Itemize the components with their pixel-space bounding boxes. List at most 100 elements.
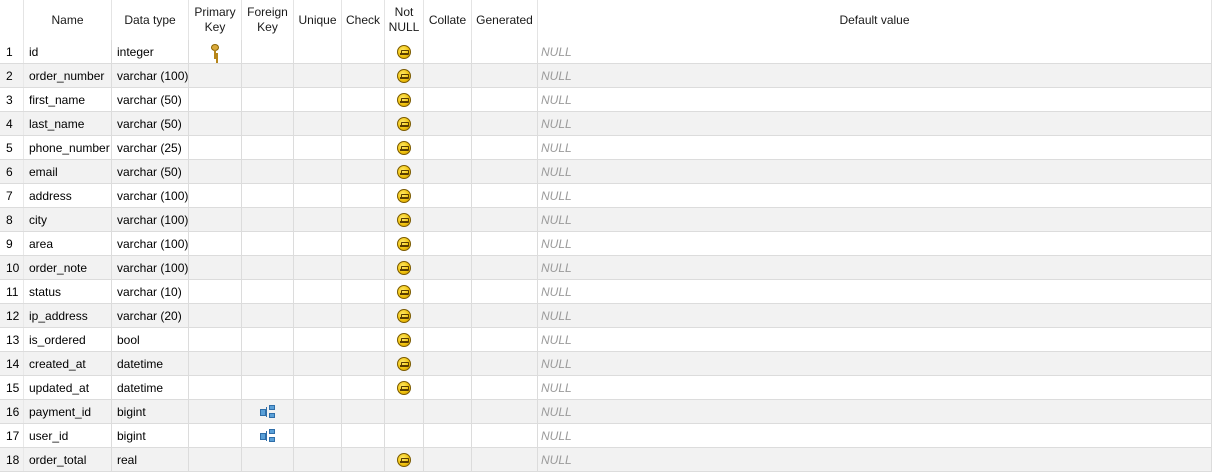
table-row[interactable]: 3 first_name varchar (50) NULL bbox=[0, 88, 1212, 112]
data-type-cell[interactable]: varchar (100) bbox=[112, 232, 189, 255]
check-cell[interactable] bbox=[342, 304, 385, 327]
generated-cell[interactable] bbox=[472, 184, 538, 207]
check-cell[interactable] bbox=[342, 208, 385, 231]
not-null-cell[interactable] bbox=[385, 88, 424, 111]
unique-cell[interactable] bbox=[294, 184, 342, 207]
generated-cell[interactable] bbox=[472, 304, 538, 327]
foreign-key-cell[interactable] bbox=[242, 232, 294, 255]
foreign-key-cell[interactable] bbox=[242, 352, 294, 375]
not-null-cell[interactable] bbox=[385, 424, 424, 447]
generated-cell[interactable] bbox=[472, 88, 538, 111]
column-name-cell[interactable]: ip_address bbox=[24, 304, 112, 327]
data-type-cell[interactable]: varchar (100) bbox=[112, 208, 189, 231]
data-type-cell[interactable]: varchar (50) bbox=[112, 112, 189, 135]
not-null-cell[interactable] bbox=[385, 280, 424, 303]
generated-cell[interactable] bbox=[472, 40, 538, 63]
unique-cell[interactable] bbox=[294, 424, 342, 447]
primary-key-cell[interactable] bbox=[189, 328, 242, 351]
collate-cell[interactable] bbox=[424, 40, 472, 63]
table-row[interactable]: 17 user_id bigint NULL bbox=[0, 424, 1212, 448]
foreign-key-cell[interactable] bbox=[242, 160, 294, 183]
column-name-cell[interactable]: user_id bbox=[24, 424, 112, 447]
header-check[interactable]: Check bbox=[342, 0, 385, 40]
default-value-cell[interactable]: NULL bbox=[538, 184, 1212, 207]
generated-cell[interactable] bbox=[472, 160, 538, 183]
collate-cell[interactable] bbox=[424, 112, 472, 135]
check-cell[interactable] bbox=[342, 352, 385, 375]
column-name-cell[interactable]: first_name bbox=[24, 88, 112, 111]
header-data-type[interactable]: Data type bbox=[112, 0, 189, 40]
check-cell[interactable] bbox=[342, 112, 385, 135]
default-value-cell[interactable]: NULL bbox=[538, 376, 1212, 399]
default-value-cell[interactable]: NULL bbox=[538, 448, 1212, 471]
column-name-cell[interactable]: city bbox=[24, 208, 112, 231]
default-value-cell[interactable]: NULL bbox=[538, 424, 1212, 447]
primary-key-cell[interactable] bbox=[189, 448, 242, 471]
default-value-cell[interactable]: NULL bbox=[538, 136, 1212, 159]
table-row[interactable]: 10 order_note varchar (100) NULL bbox=[0, 256, 1212, 280]
check-cell[interactable] bbox=[342, 232, 385, 255]
primary-key-cell[interactable] bbox=[189, 280, 242, 303]
not-null-cell[interactable] bbox=[385, 136, 424, 159]
foreign-key-cell[interactable] bbox=[242, 400, 294, 423]
generated-cell[interactable] bbox=[472, 376, 538, 399]
unique-cell[interactable] bbox=[294, 352, 342, 375]
collate-cell[interactable] bbox=[424, 328, 472, 351]
foreign-key-cell[interactable] bbox=[242, 136, 294, 159]
collate-cell[interactable] bbox=[424, 160, 472, 183]
generated-cell[interactable] bbox=[472, 208, 538, 231]
generated-cell[interactable] bbox=[472, 352, 538, 375]
foreign-key-cell[interactable] bbox=[242, 64, 294, 87]
generated-cell[interactable] bbox=[472, 232, 538, 255]
check-cell[interactable] bbox=[342, 136, 385, 159]
default-value-cell[interactable]: NULL bbox=[538, 112, 1212, 135]
data-type-cell[interactable]: varchar (100) bbox=[112, 256, 189, 279]
primary-key-cell[interactable] bbox=[189, 160, 242, 183]
data-type-cell[interactable]: varchar (20) bbox=[112, 304, 189, 327]
foreign-key-cell[interactable] bbox=[242, 376, 294, 399]
table-row[interactable]: 18 order_total real NULL bbox=[0, 448, 1212, 472]
data-type-cell[interactable]: bigint bbox=[112, 424, 189, 447]
unique-cell[interactable] bbox=[294, 280, 342, 303]
not-null-cell[interactable] bbox=[385, 376, 424, 399]
check-cell[interactable] bbox=[342, 424, 385, 447]
table-row[interactable]: 16 payment_id bigint NULL bbox=[0, 400, 1212, 424]
collate-cell[interactable] bbox=[424, 448, 472, 471]
primary-key-cell[interactable] bbox=[189, 232, 242, 255]
not-null-cell[interactable] bbox=[385, 184, 424, 207]
not-null-cell[interactable] bbox=[385, 160, 424, 183]
not-null-cell[interactable] bbox=[385, 400, 424, 423]
header-collate[interactable]: Collate bbox=[424, 0, 472, 40]
data-type-cell[interactable]: varchar (100) bbox=[112, 184, 189, 207]
primary-key-cell[interactable] bbox=[189, 424, 242, 447]
data-type-cell[interactable]: integer bbox=[112, 40, 189, 63]
table-row[interactable]: 5 phone_number varchar (25) NULL bbox=[0, 136, 1212, 160]
foreign-key-cell[interactable] bbox=[242, 112, 294, 135]
check-cell[interactable] bbox=[342, 184, 385, 207]
check-cell[interactable] bbox=[342, 376, 385, 399]
not-null-cell[interactable] bbox=[385, 64, 424, 87]
table-row[interactable]: 11 status varchar (10) NULL bbox=[0, 280, 1212, 304]
default-value-cell[interactable]: NULL bbox=[538, 280, 1212, 303]
default-value-cell[interactable]: NULL bbox=[538, 64, 1212, 87]
default-value-cell[interactable]: NULL bbox=[538, 304, 1212, 327]
foreign-key-cell[interactable] bbox=[242, 304, 294, 327]
foreign-key-cell[interactable] bbox=[242, 328, 294, 351]
primary-key-cell[interactable] bbox=[189, 88, 242, 111]
unique-cell[interactable] bbox=[294, 136, 342, 159]
column-name-cell[interactable]: order_number bbox=[24, 64, 112, 87]
table-row[interactable]: 14 created_at datetime NULL bbox=[0, 352, 1212, 376]
column-name-cell[interactable]: updated_at bbox=[24, 376, 112, 399]
header-primary-key[interactable]: Primary Key bbox=[189, 0, 242, 40]
default-value-cell[interactable]: NULL bbox=[538, 208, 1212, 231]
table-row[interactable]: 9 area varchar (100) NULL bbox=[0, 232, 1212, 256]
default-value-cell[interactable]: NULL bbox=[538, 352, 1212, 375]
table-row[interactable]: 4 last_name varchar (50) NULL bbox=[0, 112, 1212, 136]
table-row[interactable]: 1 id integer NULL bbox=[0, 40, 1212, 64]
check-cell[interactable] bbox=[342, 40, 385, 63]
check-cell[interactable] bbox=[342, 88, 385, 111]
generated-cell[interactable] bbox=[472, 64, 538, 87]
foreign-key-cell[interactable] bbox=[242, 88, 294, 111]
check-cell[interactable] bbox=[342, 280, 385, 303]
primary-key-cell[interactable] bbox=[189, 112, 242, 135]
